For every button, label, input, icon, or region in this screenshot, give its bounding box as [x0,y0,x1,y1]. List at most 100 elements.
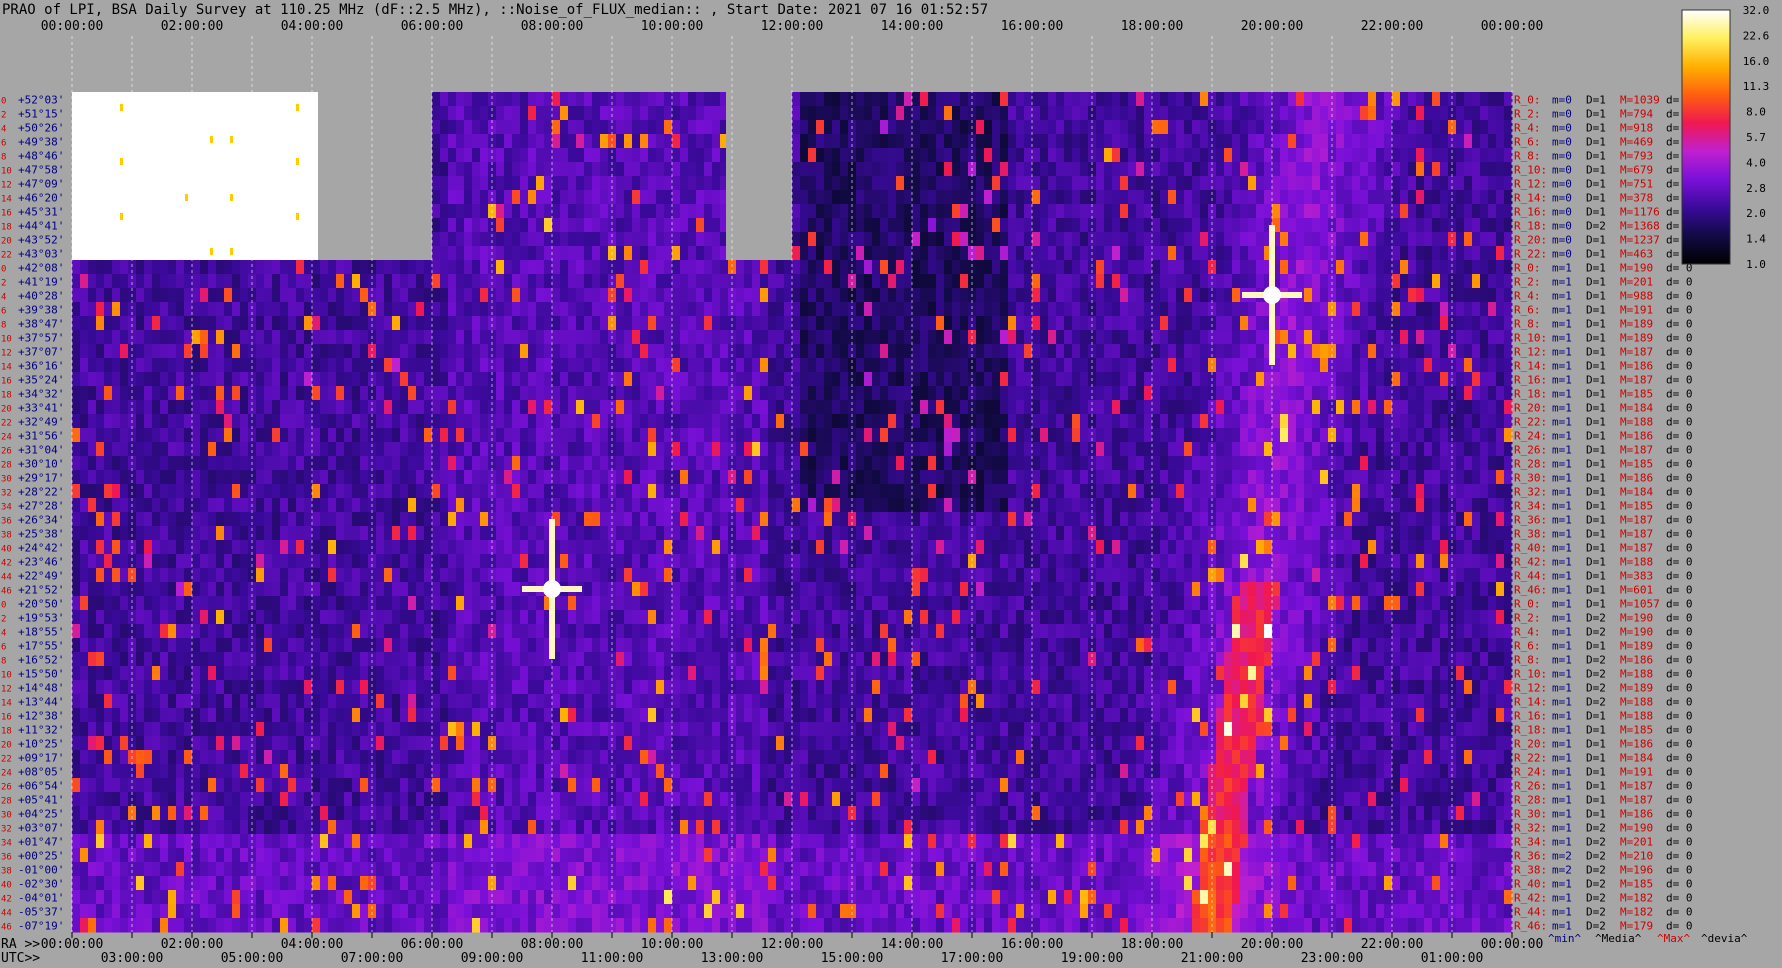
heatmap-cell [1120,162,1129,177]
heatmap-cell [464,232,473,247]
heatmap-cell [1464,288,1473,303]
heatmap-cell [136,302,145,317]
heatmap-cell [160,414,169,429]
heatmap-cell [936,148,945,163]
heatmap-cell [1400,134,1409,149]
heatmap-cell [160,274,169,289]
heatmap-cell [1064,358,1073,373]
heatmap-cell [712,372,721,387]
heatmap-cell [384,274,393,289]
heatmap-cell [112,274,121,289]
heatmap-cell [376,260,385,275]
heatmap-cell [680,400,689,415]
heatmap-cell [656,162,665,177]
heatmap-cell [1064,400,1073,415]
heatmap-cell [1216,400,1225,415]
heatmap-cell [1256,316,1265,331]
heatmap-cell [456,274,465,289]
heatmap-cell [1256,218,1265,233]
heatmap-cell [640,372,649,387]
heatmap-cell [744,400,753,415]
heatmap-cell [1016,176,1025,191]
heatmap-cell [1144,302,1153,317]
heatmap-cell [1408,372,1417,387]
heatmap-cell [424,344,433,359]
heatmap-cell [600,344,609,359]
heatmap-cell [352,344,361,359]
heatmap-cell [240,428,249,443]
heatmap-cell [240,456,249,471]
heatmap-cell [88,260,97,275]
heatmap-cell [1008,260,1017,275]
heatmap-cell [1472,106,1481,121]
heatmap-cell [896,148,905,163]
heatmap-cell [1008,330,1017,345]
heatmap-cell [704,148,713,163]
heatmap-cell [936,274,945,289]
heatmap-cell [912,428,921,443]
heatmap-cell [1200,386,1209,401]
heatmap-cell [440,456,449,471]
heatmap-cell [888,176,897,191]
heatmap-cell [1288,176,1297,191]
heatmap-cell [1344,302,1353,317]
heatmap-cell [432,92,441,107]
heatmap-cell [1232,288,1241,303]
heatmap-cell [152,302,161,317]
heatmap-cell [1344,148,1353,163]
heatmap-cell [944,120,953,135]
heatmap-cell [576,120,585,135]
heatmap-cell [376,302,385,317]
heatmap-cell [1160,330,1169,345]
heatmap-cell [520,372,529,387]
heatmap-cell [312,456,321,471]
heatmap-cell [1408,428,1417,443]
heatmap-cell [536,316,545,331]
heatmap-cell [1264,456,1273,471]
heatmap-cell [1320,218,1329,233]
heatmap-cell [1256,176,1265,191]
heatmap-cell [1048,316,1057,331]
heatmap-cell [920,456,929,471]
heatmap-cell [1392,372,1401,387]
heatmap-cell [1472,120,1481,135]
heatmap-cell [552,372,561,387]
heatmap-cell [1472,190,1481,205]
heatmap-cell [1016,92,1025,107]
heatmap-cell [832,274,841,289]
heatmap-cell [816,246,825,261]
heatmap-cell [120,372,129,387]
heatmap-cell [1040,400,1049,415]
heatmap-cell [1240,316,1249,331]
heatmap-cell [680,218,689,233]
heatmap-cell [472,288,481,303]
heatmap-cell [536,372,545,387]
heatmap-cell [672,316,681,331]
heatmap-cell [1288,92,1297,107]
heatmap-cell [648,288,657,303]
heatmap-cell [1440,218,1449,233]
heatmap-cell [520,106,529,121]
heatmap-cell [1128,428,1137,443]
heatmap-cell [152,428,161,443]
heatmap-cell [584,400,593,415]
heatmap-cell [1184,120,1193,135]
heatmap-cell [864,92,873,107]
heatmap-cell [360,274,369,289]
heatmap-cell [560,414,569,429]
heatmap-cell [1312,204,1321,219]
heatmap-cell [336,358,345,373]
heatmap-cell [112,344,121,359]
heatmap-cell [1320,316,1329,331]
heatmap-cell [1264,386,1273,401]
heatmap-cell [224,288,233,303]
heatmap-cell [744,274,753,289]
heatmap-cell [480,120,489,135]
heatmap-cell [1216,260,1225,275]
heatmap-cell [976,148,985,163]
heatmap-cell [992,316,1001,331]
heatmap-cell [1456,274,1465,289]
heatmap-cell [296,414,305,429]
heatmap-cell [800,428,809,443]
heatmap-cell [912,92,921,107]
